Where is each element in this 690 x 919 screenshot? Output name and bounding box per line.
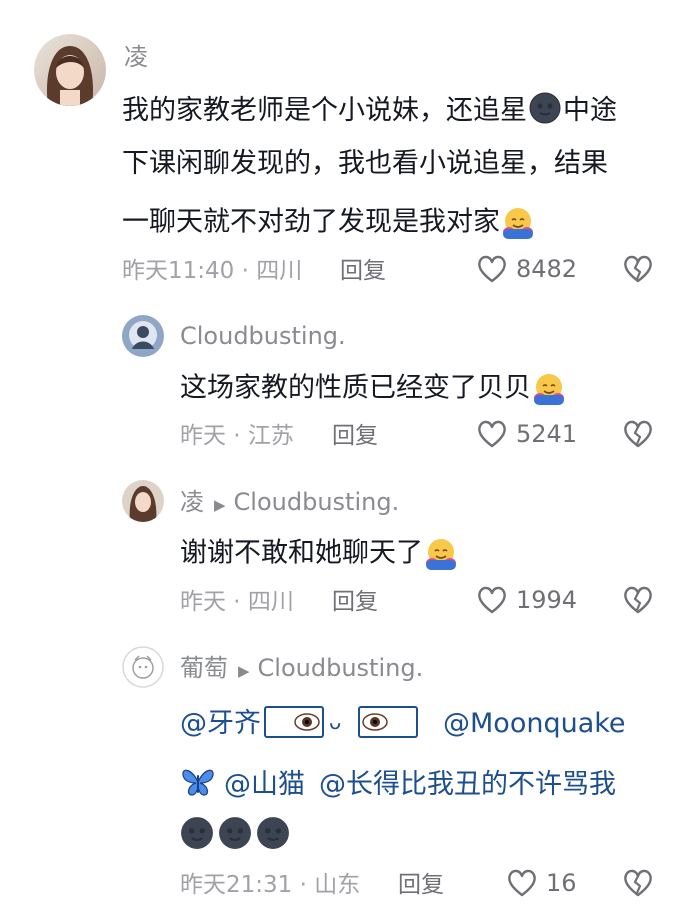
new-moon-face-emoji xyxy=(219,817,251,849)
comment-meta: 昨天 · 江苏 xyxy=(180,423,294,449)
comment-text-part: 我的家教老师是个小说妹，还追星 xyxy=(122,95,527,126)
hugging-face-emoji xyxy=(534,374,564,405)
avatar[interactable] xyxy=(122,480,164,522)
new-moon-face-emoji xyxy=(257,817,289,849)
avatar[interactable] xyxy=(122,646,164,688)
like-button[interactable]: 16 xyxy=(506,868,577,898)
like-count: 5241 xyxy=(516,420,578,448)
reply-to-link[interactable]: Cloudbusting. xyxy=(234,488,400,516)
heart-outline-icon xyxy=(478,420,506,448)
broken-heart-icon[interactable] xyxy=(622,585,654,615)
comment-author[interactable]: Cloudbusting. xyxy=(180,321,346,351)
mention-link[interactable]: @山猫 xyxy=(224,769,305,800)
mention-link[interactable]: @长得比我丑的不许骂我 xyxy=(319,769,616,800)
like-button[interactable]: 5241 xyxy=(476,419,577,449)
like-count: 16 xyxy=(546,869,577,897)
comment-text: @牙齐 ᴗ @Moonquake xyxy=(180,704,626,740)
reply-button[interactable]: 回复 xyxy=(398,870,444,900)
avatar[interactable] xyxy=(122,315,164,357)
comment-text: 这场家教的性质已经变了贝贝 xyxy=(180,371,567,407)
new-moon-face-emoji xyxy=(181,817,213,849)
comment-text-part: 这场家教的性质已经变了贝贝 xyxy=(180,372,531,404)
comment-author: 凌 ▶ Cloudbusting. xyxy=(180,487,399,520)
author-link[interactable]: 葡萄 xyxy=(180,654,228,682)
like-button[interactable]: 1994 xyxy=(476,585,577,615)
heart-outline-icon xyxy=(478,255,506,283)
hugging-face-emoji xyxy=(426,539,456,570)
reply-arrow-icon: ▶ xyxy=(238,662,250,680)
butterfly-emoji xyxy=(182,769,214,796)
mention-link[interactable]: @Moonquake xyxy=(443,708,626,739)
comment-meta: 昨天11:40 · 四川 xyxy=(122,258,303,284)
reply-button[interactable]: 回复 xyxy=(332,421,378,451)
comment-meta: 昨天 · 四川 xyxy=(180,589,294,615)
eye-glasses-emoji: ᴗ xyxy=(264,706,418,738)
comment-text-part: 一聊天就不对劲了发现是我对家 xyxy=(122,206,500,238)
comment-text: 我的家教老师是个小说妹，还追星 中途 xyxy=(122,92,617,126)
reply-button[interactable]: 回复 xyxy=(332,587,378,617)
comment-text: 谢谢不敢和她聊天了 xyxy=(180,536,459,572)
comment-text-part: 中途 xyxy=(563,95,617,126)
like-button[interactable]: 8482 xyxy=(476,254,577,284)
broken-heart-icon[interactable] xyxy=(622,254,654,284)
avatar[interactable] xyxy=(34,34,106,106)
like-count: 1994 xyxy=(516,586,578,614)
comment-text: @山猫 @长得比我丑的不许骂我 xyxy=(180,765,616,800)
reply-to-link[interactable]: Cloudbusting. xyxy=(258,654,424,682)
comment-text: 一聊天就不对劲了发现是我对家 xyxy=(122,205,536,241)
new-moon-face-emoji xyxy=(529,92,561,124)
comment-meta: 昨天21:31 · 山东 xyxy=(180,872,361,898)
like-count: 8482 xyxy=(516,255,578,283)
comment-text-part: 谢谢不敢和她聊天了 xyxy=(180,537,423,569)
emoji-row xyxy=(180,816,290,850)
heart-outline-icon xyxy=(478,586,506,614)
svg-text:ᴗ: ᴗ xyxy=(329,710,341,734)
reply-arrow-icon: ▶ xyxy=(214,496,226,514)
comment-text: 下课闲聊发现的，我也看小说追星，结果 xyxy=(122,148,608,179)
broken-heart-icon[interactable] xyxy=(622,419,654,449)
comment-author: 葡萄 ▶ Cloudbusting. xyxy=(180,653,423,686)
heart-outline-icon xyxy=(508,869,536,897)
broken-heart-icon[interactable] xyxy=(622,868,654,898)
mention-link[interactable]: @牙齐 xyxy=(180,708,261,739)
hugging-face-emoji xyxy=(503,208,533,239)
comment-author[interactable]: 凌 xyxy=(124,42,148,72)
reply-button[interactable]: 回复 xyxy=(340,256,386,286)
author-link[interactable]: 凌 xyxy=(180,488,204,516)
